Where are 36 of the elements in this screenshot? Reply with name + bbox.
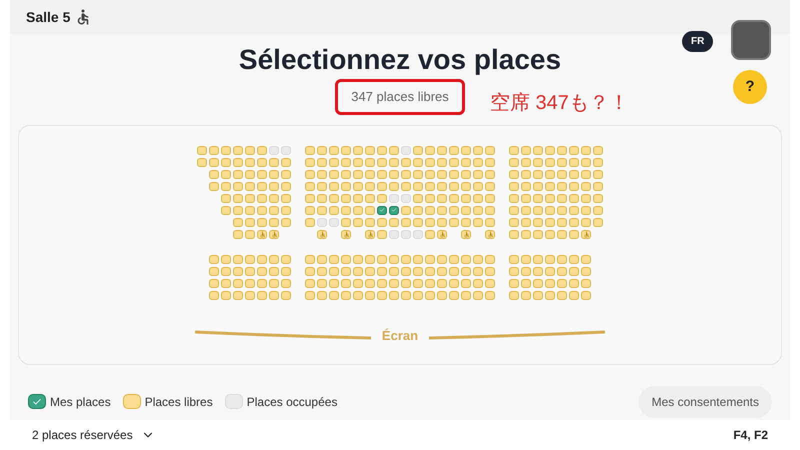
wheelchair-icon bbox=[486, 230, 494, 238]
seat[interactable] bbox=[581, 230, 591, 238]
page-title: Sélectionnez vos places bbox=[238, 43, 562, 77]
legend-label: Places libres bbox=[144, 394, 213, 410]
seat[interactable] bbox=[377, 206, 387, 214]
screen-label: Écran bbox=[382, 326, 418, 344]
seat[interactable] bbox=[257, 230, 267, 238]
wheelchair-icon bbox=[366, 230, 374, 238]
seat[interactable] bbox=[365, 230, 375, 238]
legend-label: Mes places bbox=[50, 394, 111, 410]
check-icon bbox=[32, 396, 42, 406]
seat[interactable] bbox=[461, 230, 471, 238]
annotation: 空席 347も？！ bbox=[490, 91, 629, 115]
wheelchair-icon bbox=[582, 230, 590, 238]
seat[interactable] bbox=[317, 230, 327, 238]
seat[interactable] bbox=[389, 206, 399, 214]
seat[interactable] bbox=[341, 230, 351, 238]
wheelchair-icon bbox=[258, 230, 266, 238]
reserved-dropdown[interactable]: 2 places réservées bbox=[32, 426, 155, 444]
language-badge[interactable]: FR bbox=[682, 31, 714, 52]
seat[interactable] bbox=[437, 230, 447, 238]
seat[interactable] bbox=[28, 394, 46, 409]
wheelchair-icon bbox=[270, 230, 278, 238]
consent-button[interactable]: Mes consentements bbox=[638, 386, 772, 418]
seat[interactable] bbox=[269, 230, 279, 238]
wheelchair-icon bbox=[438, 230, 446, 238]
selected-seats: F4, F2 bbox=[733, 426, 768, 444]
wheelchair-icon bbox=[462, 230, 470, 238]
avatar[interactable] bbox=[731, 20, 771, 60]
free-seats-count: 347 places libres bbox=[335, 79, 465, 114]
wheelchair-icon bbox=[342, 230, 350, 238]
help-button[interactable]: ? bbox=[733, 70, 767, 104]
wheelchair-icon bbox=[318, 230, 326, 238]
seat[interactable] bbox=[485, 230, 495, 238]
room-name: Salle 5 bbox=[26, 8, 70, 26]
legend-label: Places occupées bbox=[246, 394, 338, 410]
